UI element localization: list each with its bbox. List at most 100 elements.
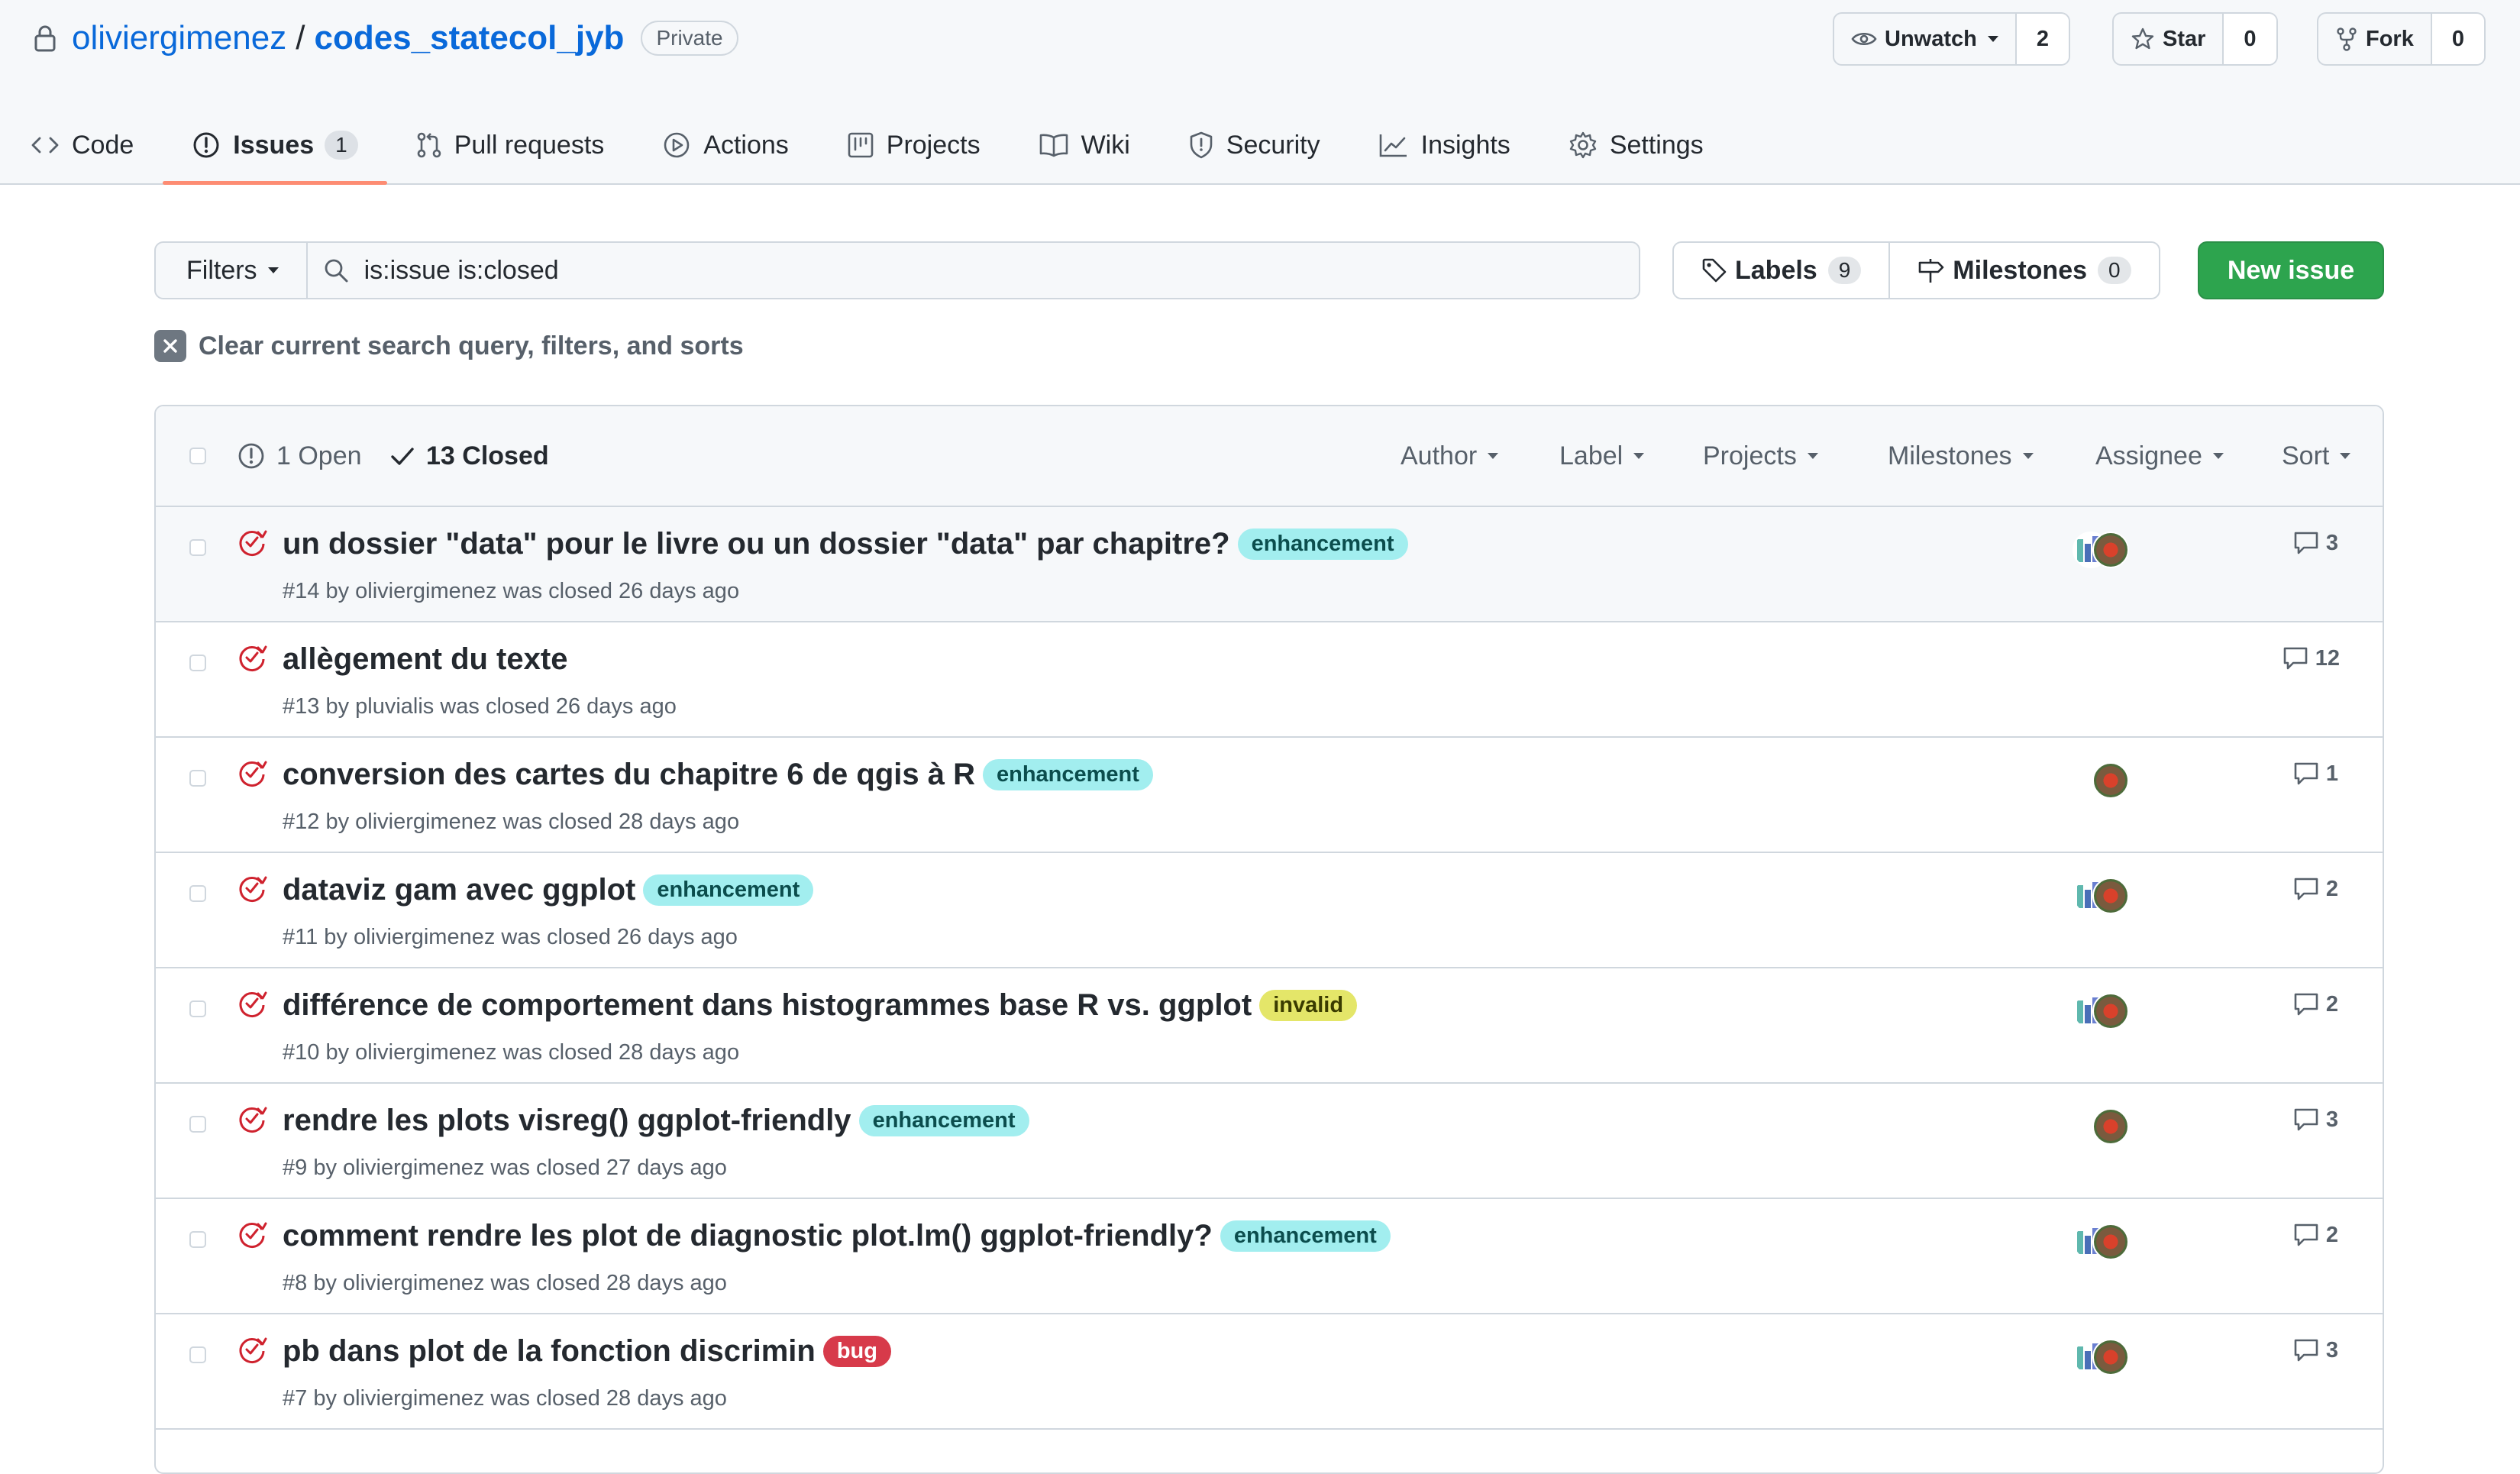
clear-query-link[interactable]: Clear current search query, filters, and… [154,330,744,362]
avatar[interactable] [2092,1223,2129,1260]
sort-dropdown[interactable]: Sort [2282,441,2351,471]
label-filter-label: Label [1559,441,1623,470]
repo-nav: Code Issues 1 Pull requests Actions Proj… [0,107,1733,185]
issue-title-link[interactable]: conversion des cartes du chapitre 6 de q… [283,758,975,792]
repo-title: oliviergimenez / codes_statecol_jyb Priv… [34,15,738,61]
issue-row[interactable]: dataviz gam avec ggplot enhancement #11 … [156,853,2383,968]
issue-row[interactable]: conversion des cartes du chapitre 6 de q… [156,738,2383,853]
issue-checkbox[interactable] [189,1116,206,1133]
tab-settings[interactable]: Settings [1539,107,1733,183]
label-filter[interactable]: Label [1559,441,1645,471]
comments-link[interactable]: 2 [2292,991,2338,1017]
star-button[interactable]: Star [2114,14,2224,64]
issue-label[interactable]: enhancement [1220,1220,1391,1252]
close-icon [154,330,186,362]
watch-count[interactable]: 2 [2016,14,2069,64]
issue-checkbox[interactable] [189,770,206,787]
tab-insights[interactable]: Insights [1349,107,1539,183]
avatar[interactable] [2092,993,2129,1030]
author-filter[interactable]: Author [1401,441,1499,471]
comments-link[interactable]: 2 [2292,876,2338,902]
issue-checkbox[interactable] [189,1231,206,1248]
tab-projects[interactable]: Projects [818,107,1010,183]
issue-row[interactable]: allègement du texte #13 by pluvialis was… [156,622,2383,738]
issue-title-link[interactable]: dataviz gam avec ggplot [283,873,635,907]
chevron-down-icon [2022,453,2034,459]
issue-row[interactable]: comment rendre les plot de diagnostic pl… [156,1199,2383,1314]
open-issues-tab[interactable]: 1 Open [237,441,362,471]
unwatch-button[interactable]: Unwatch [1834,14,2017,64]
select-all-checkbox[interactable] [189,448,206,464]
milestones-filter[interactable]: Milestones [1888,441,2034,471]
filters-dropdown[interactable]: Filters [156,243,308,298]
issue-checkbox[interactable] [189,655,206,671]
pull-request-icon [416,131,454,159]
issue-label[interactable]: enhancement [1237,529,1408,560]
comments-link[interactable]: 3 [2292,1107,2338,1133]
issue-closed-icon [237,642,267,673]
issue-title-link[interactable]: un dossier "data" pour le livre ou un do… [283,527,1230,561]
tab-security[interactable]: Security [1159,107,1349,183]
issues-list-header: 1 Open 13 Closed Author Label Projects M… [156,406,2383,507]
tab-wiki-label: Wiki [1081,130,1130,160]
issue-checkbox[interactable] [189,539,206,556]
open-count-label: 1 Open [276,441,362,470]
search-input[interactable] [362,254,1435,286]
labels-label: Labels [1735,255,1817,285]
labels-link[interactable]: Labels 9 [1674,243,1888,298]
tab-actions[interactable]: Actions [633,107,818,183]
issue-label[interactable]: bug [822,1336,891,1367]
issue-title-link[interactable]: allègement du texte [283,642,567,677]
comments-link[interactable]: 3 [2292,1337,2338,1363]
milestones-link[interactable]: Milestones 0 [1888,243,2158,298]
milestones-filter-label: Milestones [1888,441,2012,470]
issue-label[interactable]: enhancement [982,759,1153,790]
avatar[interactable] [2092,532,2129,568]
issue-meta: #12 by oliviergimenez was closed 28 days… [283,810,740,834]
comments-link[interactable]: 3 [2292,530,2338,556]
star-label: Star [2163,26,2206,51]
book-icon [1039,133,1081,157]
repo-name-link[interactable]: codes_statecol_jyb [314,19,624,57]
avatar[interactable] [2092,878,2129,914]
issue-opened-icon [237,441,276,470]
issue-title-link[interactable]: rendre les plots visreg() ggplot-friendl… [283,1104,851,1138]
issue-row[interactable]: rendre les plots visreg() ggplot-friendl… [156,1084,2383,1199]
issue-checkbox[interactable] [189,1346,206,1363]
projects-filter[interactable]: Projects [1703,441,1818,471]
issue-checkbox[interactable] [189,885,206,902]
issue-checkbox[interactable] [189,1000,206,1017]
tab-issues[interactable]: Issues 1 [163,107,388,185]
issue-title-link[interactable]: pb dans plot de la fonction discrimin [283,1334,816,1369]
avatar[interactable] [2092,1339,2129,1375]
tab-wiki[interactable]: Wiki [1010,107,1159,183]
fork-count[interactable]: 0 [2431,14,2484,64]
new-issue-button[interactable]: New issue [2198,241,2384,299]
tab-pull-requests[interactable]: Pull requests [387,107,634,183]
issue-label[interactable]: enhancement [643,874,814,906]
avatar[interactable] [2092,762,2129,799]
avatar[interactable] [2092,1108,2129,1145]
comment-count: 3 [2325,1337,2338,1362]
lock-icon [34,24,57,52]
issue-title-line: dataviz gam avec ggplot enhancement [283,873,814,907]
repo-owner-link[interactable]: oliviergimenez [72,19,286,57]
comments-link[interactable]: 2 [2292,1222,2338,1248]
fork-button[interactable]: Fork [2318,14,2432,64]
assignee-filter[interactable]: Assignee [2095,441,2224,471]
star-count[interactable]: 0 [2224,14,2276,64]
issue-title-link[interactable]: différence de comportement dans histogra… [283,988,1252,1023]
tab-code[interactable]: Code [0,107,163,183]
issue-label[interactable]: invalid [1259,990,1358,1021]
chevron-down-icon [1807,453,1818,459]
issue-row[interactable]: différence de comportement dans histogra… [156,968,2383,1084]
issue-row[interactable]: pb dans plot de la fonction discrimin bu… [156,1314,2383,1430]
closed-issues-tab[interactable]: 13 Closed [389,441,549,471]
issue-title-link[interactable]: comment rendre les plot de diagnostic pl… [283,1219,1213,1253]
comments-link[interactable]: 12 [2282,645,2340,671]
comments-link[interactable]: 1 [2292,761,2338,787]
issue-label[interactable]: enhancement [858,1105,1029,1136]
tab-issues-label: Issues [233,130,315,160]
chevron-down-icon [267,267,279,273]
issue-row[interactable]: un dossier "data" pour le livre ou un do… [156,507,2383,622]
